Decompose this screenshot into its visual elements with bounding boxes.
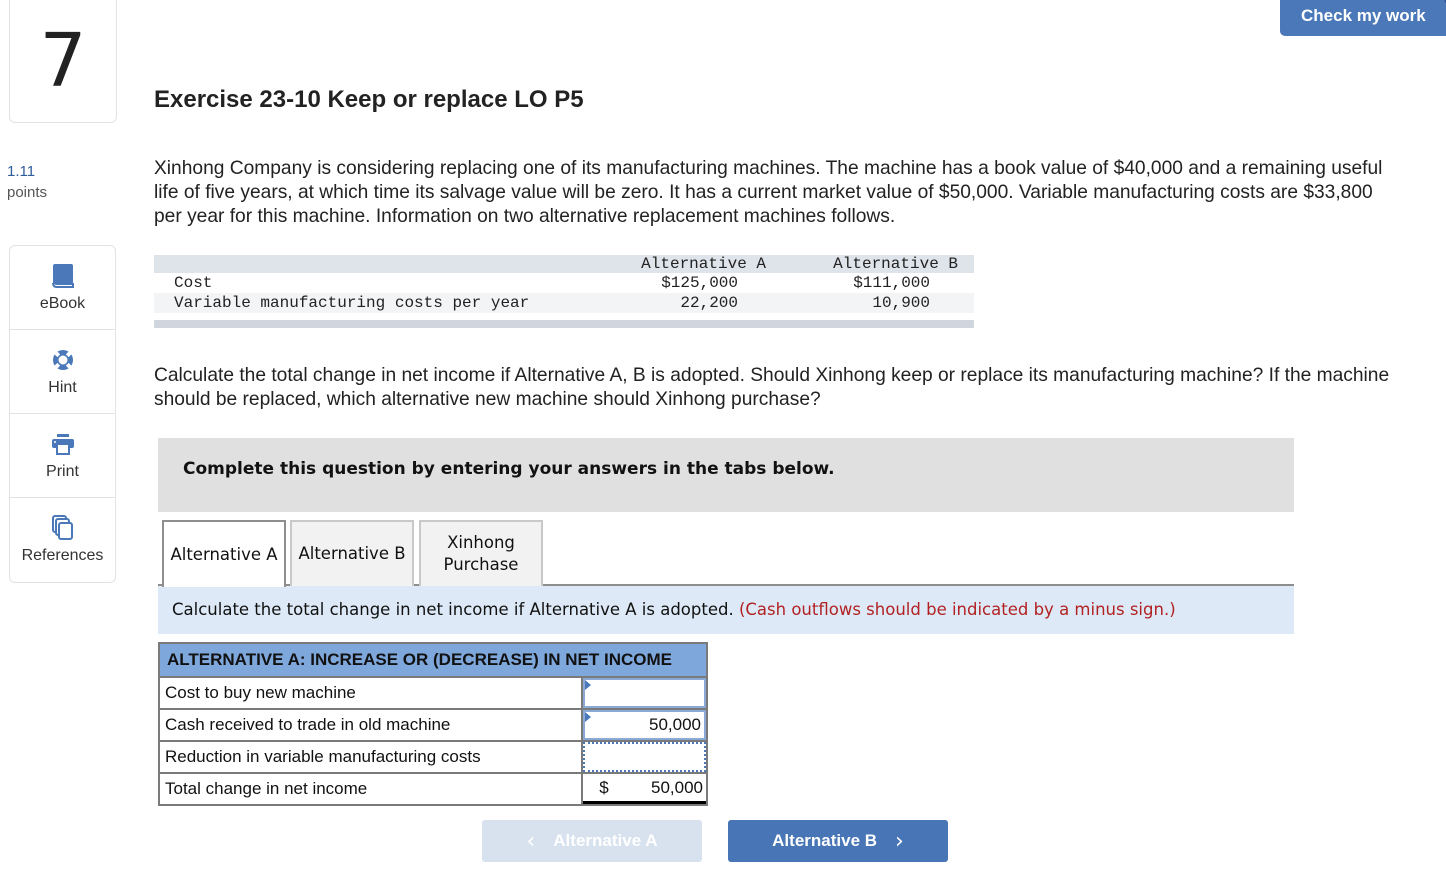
answer-table-header: ALTERNATIVE A: INCREASE OR (DECREASE) IN… — [158, 642, 708, 678]
printer-icon — [50, 431, 76, 457]
table-footer-bar — [154, 320, 974, 328]
sidebar-item-ebook[interactable]: eBook — [10, 246, 115, 330]
cost-new-machine-cell — [581, 676, 708, 710]
lifebuoy-icon — [50, 347, 76, 373]
answer-table: ALTERNATIVE A: INCREASE OR (DECREASE) IN… — [157, 642, 708, 806]
instruction-text: Calculate the total change in net income… — [172, 600, 734, 619]
total-change-cell: $ 50,000 — [581, 772, 708, 806]
tab-instructions: Calculate the total change in net income… — [158, 586, 1294, 634]
column-header: Alternative B — [833, 255, 958, 273]
sidebar-item-references[interactable]: References — [10, 498, 115, 582]
cell-flag-icon — [585, 680, 592, 690]
tab-xinhong-purchase[interactable]: Xinhong Purchase — [419, 520, 543, 586]
cell-value: 22,200 — [680, 294, 738, 312]
row-label: Total change in net income — [157, 772, 584, 806]
currency-symbol: $ — [599, 777, 609, 797]
points-value: 1.11 — [7, 163, 36, 180]
instructions-banner: Complete this question by entering your … — [158, 438, 1294, 512]
chevron-left-icon: ‹ — [526, 828, 536, 854]
table-row: Total change in net income $ 50,000 — [157, 772, 708, 806]
tab-alternative-b[interactable]: Alternative B — [290, 520, 414, 586]
row-label: Cost — [174, 274, 213, 292]
next-tab-button[interactable]: Alternative B › — [728, 820, 948, 862]
exercise-intro: Xinhong Company is considering replacing… — [154, 158, 1383, 227]
check-my-work-label: Check my work — [1301, 6, 1426, 25]
row-label: Cost to buy new machine — [157, 676, 584, 710]
table-row: Variable manufacturing costs per year 22… — [154, 293, 974, 313]
cost-new-machine-input[interactable] — [583, 678, 706, 708]
cell-value: $111,000 — [853, 274, 930, 292]
cell-flag-icon — [585, 712, 592, 722]
reduction-variable-costs-input[interactable] — [583, 742, 706, 772]
row-label: Reduction in variable manufacturing cost… — [157, 740, 584, 774]
chevron-right-icon: › — [895, 828, 904, 854]
table-row: Cash received to trade in old machine — [157, 708, 708, 742]
sidebar-item-print[interactable]: Print — [10, 414, 115, 498]
instruction-note: (Cash outflows should be indicated by a … — [738, 600, 1176, 619]
book-icon — [50, 263, 76, 289]
sidebar-item-hint[interactable]: Hint — [10, 330, 115, 414]
cell-value: $125,000 — [661, 274, 738, 292]
tab-alternative-a[interactable]: Alternative A — [162, 520, 286, 587]
sidebar-tools: eBook Hint Print References — [9, 245, 116, 583]
given-data-table: Alternative A Alternative B Cost $125,00… — [154, 255, 974, 328]
sidebar-item-label: Hint — [48, 378, 77, 396]
prev-tab-label: Alternative A — [553, 831, 658, 850]
sidebar-item-label: Print — [46, 462, 79, 480]
points-label: points — [7, 184, 48, 201]
question-number: 7 — [9, 0, 117, 123]
trade-in-cell — [581, 708, 708, 742]
total-change-value: 50,000 — [651, 777, 703, 797]
exercise-title: Exercise 23-10 Keep or replace LO P5 — [154, 86, 584, 113]
row-label: Cash received to trade in old machine — [157, 708, 584, 742]
next-tab-label: Alternative B — [772, 831, 878, 850]
table-row: Reduction in variable manufacturing cost… — [157, 740, 708, 774]
check-my-work-button[interactable]: Check my work — [1280, 0, 1446, 36]
reduction-variable-costs-cell — [581, 740, 708, 774]
tab-label: Xinhong Purchase — [443, 533, 519, 574]
prev-tab-button[interactable]: ‹ Alternative A — [482, 820, 702, 862]
given-table-header: Alternative A Alternative B — [154, 255, 974, 273]
sidebar-item-label: eBook — [39, 294, 86, 312]
question-prompt: Calculate the total change in net income… — [154, 365, 1390, 410]
copies-icon — [50, 515, 76, 541]
column-header: Alternative A — [641, 255, 766, 273]
row-label: Variable manufacturing costs per year — [174, 294, 530, 312]
table-row: Cost $125,000 $111,000 — [154, 273, 974, 293]
trade-in-input[interactable] — [583, 710, 706, 740]
sidebar-item-label: References — [21, 547, 104, 564]
points-display: 1.11 points — [7, 162, 47, 204]
tab-bar: Alternative A Alternative B Xinhong Purc… — [162, 520, 547, 587]
cell-value: 10,900 — [872, 294, 930, 312]
table-row: Cost to buy new machine — [157, 676, 708, 710]
